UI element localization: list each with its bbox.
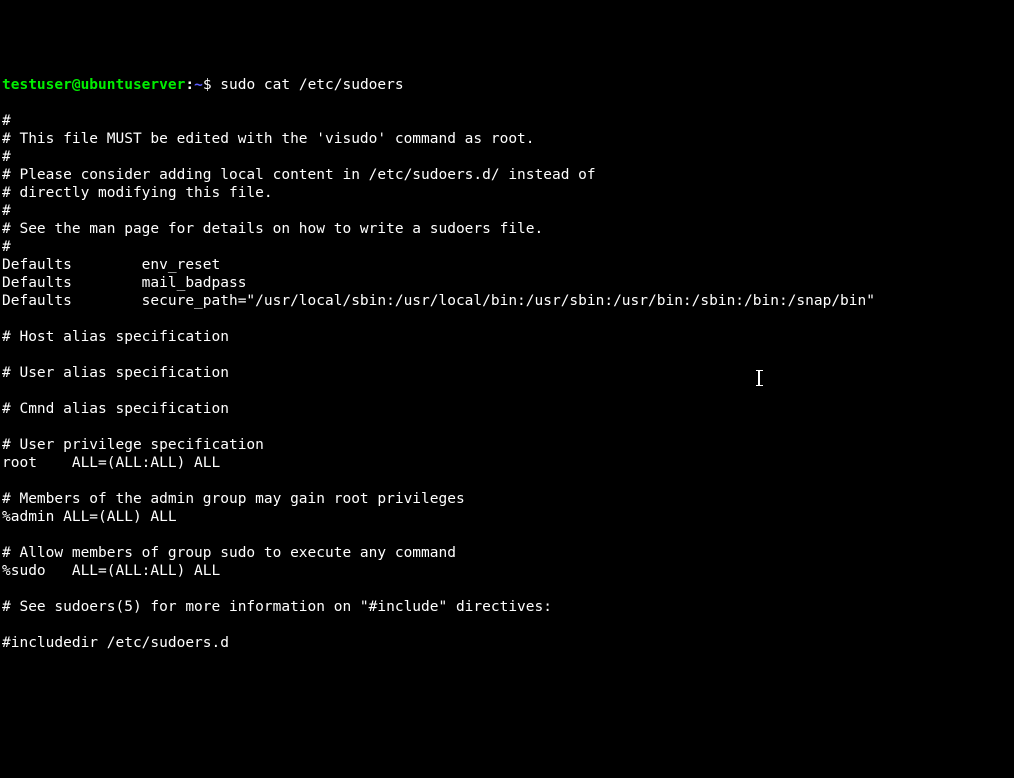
output-line: root ALL=(ALL:ALL) ALL (2, 454, 1012, 472)
output-line (2, 616, 1012, 634)
output-line: Defaults env_reset (2, 256, 1012, 274)
output-line: # (2, 238, 1012, 256)
prompt-colon: : (185, 77, 194, 93)
output-line: # (2, 112, 1012, 130)
output-line: #includedir /etc/sudoers.d (2, 634, 1012, 652)
output-line (2, 310, 1012, 328)
output-line: # See sudoers(5) for more information on… (2, 598, 1012, 616)
output-line: Defaults secure_path="/usr/local/sbin:/u… (2, 292, 1012, 310)
output-line: # This file MUST be edited with the 'vis… (2, 130, 1012, 148)
output-line: Defaults mail_badpass (2, 274, 1012, 292)
prompt-user: testuser (2, 77, 72, 93)
output-line: # User privilege specification (2, 436, 1012, 454)
prompt-host: ubuntuserver (81, 77, 186, 93)
terminal-window[interactable]: { "prompt": { "user": "testuser", "at": … (0, 0, 1014, 561)
output-line: # (2, 202, 1012, 220)
output-line: # Host alias specification (2, 328, 1012, 346)
output-line: # Allow members of group sudo to execute… (2, 544, 1012, 562)
output-line: # Cmnd alias specification (2, 400, 1012, 418)
output-line (2, 526, 1012, 544)
output-line: %admin ALL=(ALL) ALL (2, 508, 1012, 526)
output-line: # See the man page for details on how to… (2, 220, 1012, 238)
output-line (2, 346, 1012, 364)
command-text: sudo cat /etc/sudoers (220, 77, 403, 93)
output-line: # Members of the admin group may gain ro… (2, 490, 1012, 508)
prompt-path: ~ (194, 77, 203, 93)
output-line (2, 382, 1012, 400)
output-container[interactable]: ## This file MUST be edited with the 'vi… (2, 112, 1012, 652)
output-line: # (2, 148, 1012, 166)
output-line: # Please consider adding local content i… (2, 166, 1012, 184)
output-line: # directly modifying this file. (2, 184, 1012, 202)
prompt-line[interactable]: testuser@ubuntuserver:~$ sudo cat /etc/s… (2, 76, 1012, 94)
output-line (2, 580, 1012, 598)
output-line (2, 472, 1012, 490)
output-line: # User alias specification (2, 364, 1012, 382)
prompt-at: @ (72, 77, 81, 93)
output-line (2, 418, 1012, 436)
prompt-dollar: $ (203, 77, 220, 93)
output-line: %sudo ALL=(ALL:ALL) ALL (2, 562, 1012, 580)
